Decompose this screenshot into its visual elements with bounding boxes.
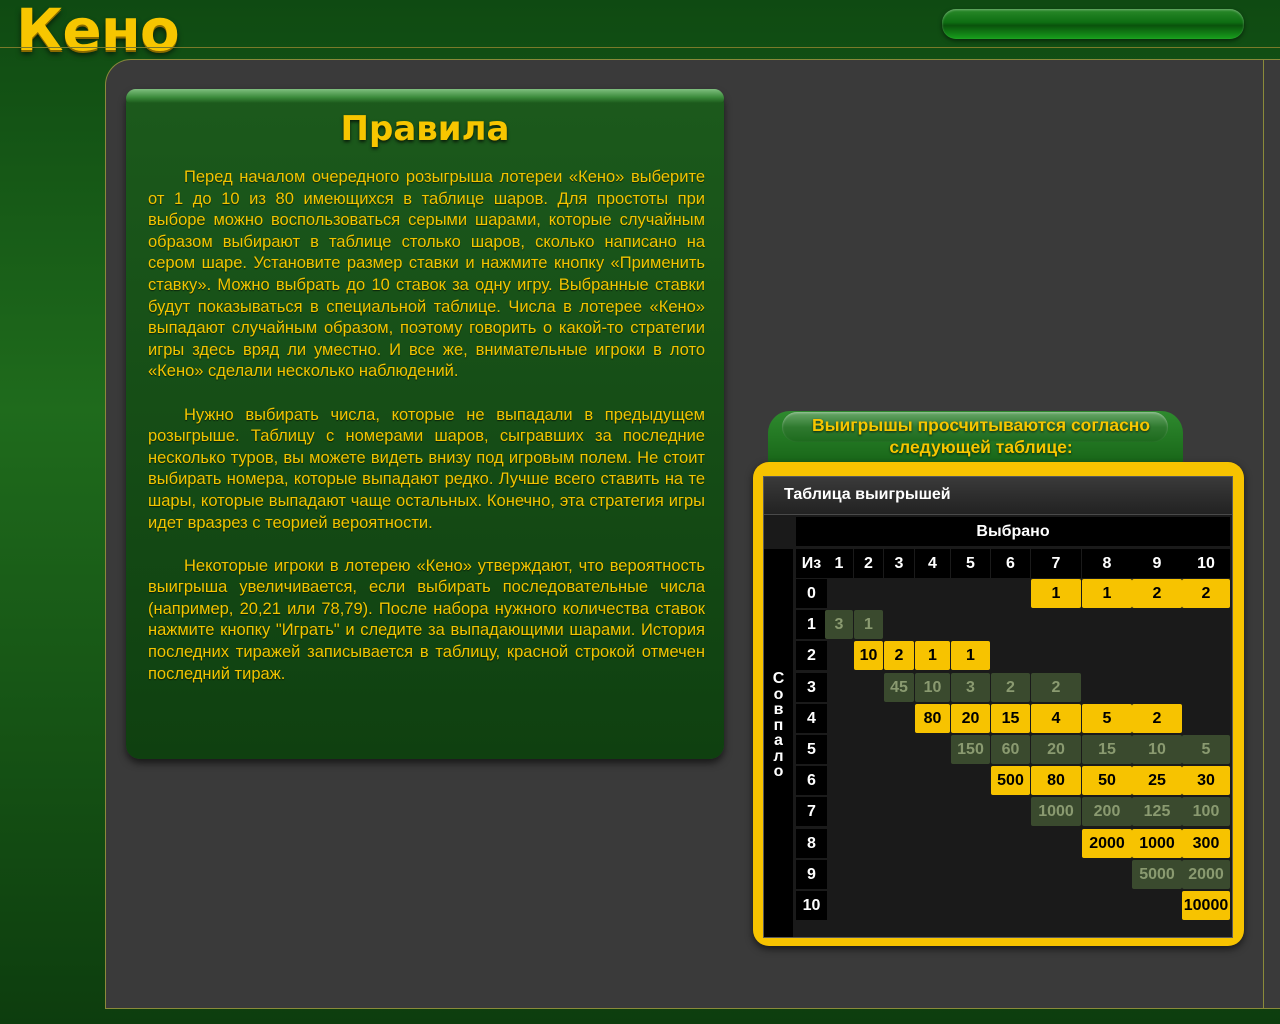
rules-title: Правила bbox=[340, 109, 510, 149]
selected-count-header: 7 bbox=[1031, 549, 1081, 578]
selected-count-header: 1 bbox=[825, 549, 853, 578]
payout-cell: 1 bbox=[1082, 579, 1132, 608]
payout-cell: 125 bbox=[1132, 797, 1182, 827]
payout-cell: 500 bbox=[991, 766, 1030, 796]
payout-cell: 5000 bbox=[1132, 859, 1182, 889]
payout-cell: 10 bbox=[854, 641, 883, 671]
payout-cell: 1000 bbox=[1031, 797, 1081, 827]
matched-count-label: 4 bbox=[796, 703, 827, 733]
payout-cell: 10 bbox=[1132, 735, 1182, 764]
matched-count-label: 9 bbox=[796, 859, 827, 889]
matched-label-column: С о в п а л о bbox=[764, 549, 793, 937]
payout-cell: 2 bbox=[1132, 579, 1182, 608]
matched-count-label: 2 bbox=[796, 641, 827, 671]
payout-cell: 2 bbox=[884, 641, 914, 671]
selected-count-header: 10 bbox=[1182, 549, 1230, 578]
payout-cell: 5 bbox=[1182, 735, 1230, 764]
payout-cell: 10000 bbox=[1182, 891, 1230, 920]
payout-table-header: Таблица выигрышей bbox=[764, 477, 1232, 515]
selected-count-header: 4 bbox=[915, 549, 950, 578]
payout-cell: 10 bbox=[915, 672, 950, 702]
matched-count-label: 6 bbox=[796, 766, 827, 796]
rules-panel: Правила Перед началом очередного розыгры… bbox=[126, 89, 724, 759]
selected-count-header: 3 bbox=[884, 549, 914, 578]
payout-note-text: Выигрышы просчитываются согласно следующ… bbox=[811, 415, 1151, 457]
rules-paragraph: Нужно выбирать числа, которые не выпадал… bbox=[148, 405, 705, 532]
payout-cell: 80 bbox=[1031, 766, 1081, 796]
payout-cell: 1 bbox=[1031, 579, 1081, 608]
payout-cell: 2000 bbox=[1082, 828, 1132, 858]
payout-cell: 100 bbox=[1182, 797, 1230, 827]
payout-cell: 1 bbox=[854, 610, 883, 640]
payout-table: Таблица выигрышей Выбрано С о в п а л о … bbox=[763, 476, 1233, 938]
rules-text: Перед началом очередного розыгрыша лотер… bbox=[148, 167, 705, 707]
payout-cell: 50 bbox=[1082, 766, 1132, 796]
rules-paragraph: Перед началом очередного розыгрыша лотер… bbox=[148, 168, 705, 381]
matched-count-label: 7 bbox=[796, 797, 827, 827]
matched-count-label: 8 bbox=[796, 828, 827, 858]
header-divider bbox=[0, 47, 1280, 48]
payout-cell: 2 bbox=[1182, 579, 1230, 608]
payout-cell: 150 bbox=[951, 735, 990, 764]
payout-table-title: Таблица выигрышей bbox=[784, 486, 951, 503]
payout-cell: 20 bbox=[951, 703, 990, 733]
payout-cell: 15 bbox=[1082, 735, 1132, 764]
payout-cell: 3 bbox=[825, 610, 853, 640]
payout-cell: 200 bbox=[1082, 797, 1132, 827]
selected-count-header: 2 bbox=[854, 549, 883, 578]
selected-count-header: 6 bbox=[991, 549, 1030, 578]
matched-count-label: 3 bbox=[796, 672, 827, 702]
payout-cell: 1 bbox=[915, 641, 950, 671]
corner-label: Из bbox=[796, 549, 827, 578]
payout-cell: 5 bbox=[1082, 703, 1132, 733]
payout-cell: 20 bbox=[1031, 735, 1081, 764]
payout-cell: 1000 bbox=[1132, 828, 1182, 858]
payout-cell: 30 bbox=[1182, 766, 1230, 796]
selected-count-header: 8 bbox=[1082, 549, 1132, 578]
rules-panel-topbar bbox=[126, 89, 724, 103]
payout-cell: 2 bbox=[991, 672, 1030, 702]
payout-cell: 2 bbox=[1031, 672, 1081, 702]
payout-cell: 25 bbox=[1132, 766, 1182, 796]
matched-count-label: 1 bbox=[796, 610, 827, 640]
payout-cell: 1 bbox=[951, 641, 990, 671]
payout-cell: 15 bbox=[991, 703, 1030, 733]
header-menu-bar[interactable] bbox=[942, 9, 1244, 39]
selected-count-header: 9 bbox=[1132, 549, 1182, 578]
payout-cell: 45 bbox=[884, 672, 914, 702]
selected-label: Выбрано bbox=[796, 517, 1230, 546]
matched-count-label: 5 bbox=[796, 735, 827, 764]
payout-cell: 60 bbox=[991, 735, 1030, 764]
payout-cell: 80 bbox=[915, 703, 950, 733]
matched-label: С о в п а л о bbox=[772, 670, 785, 780]
matched-count-label: 10 bbox=[796, 891, 827, 920]
payout-cell: 3 bbox=[951, 672, 990, 702]
payout-cell: 2000 bbox=[1182, 859, 1230, 889]
rules-paragraph: Некоторые игроки в лотерею «Кено» утверж… bbox=[148, 556, 705, 683]
selected-count-header: 5 bbox=[951, 549, 990, 578]
matched-count-label: 0 bbox=[796, 579, 827, 608]
payout-cell: 4 bbox=[1031, 703, 1081, 733]
payout-cell: 300 bbox=[1182, 828, 1230, 858]
payout-table-frame: Таблица выигрышей Выбрано С о в п а л о … bbox=[753, 462, 1244, 946]
payout-cell: 2 bbox=[1132, 703, 1182, 733]
site-logo-title: Кено bbox=[16, 0, 180, 64]
